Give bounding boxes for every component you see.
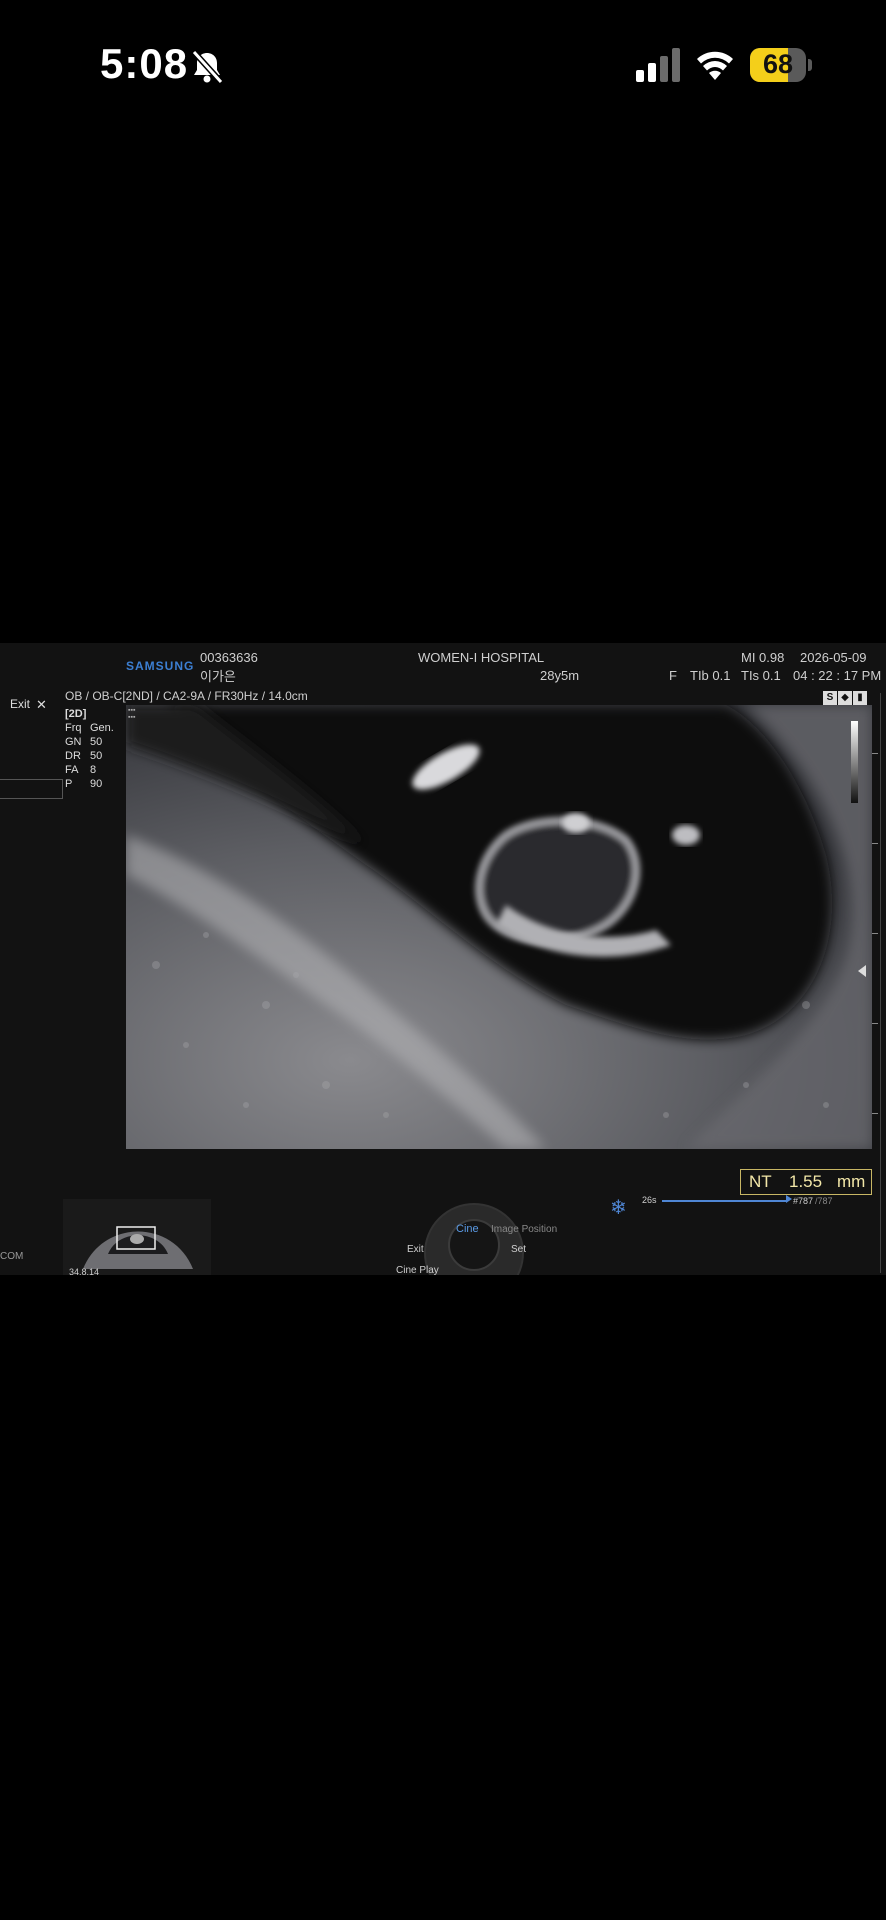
mode-icon-probe: ▮ [853,691,867,705]
wifi-icon [697,51,733,80]
param-row: Frq Gen. [65,722,114,734]
mi-value: MI 0.98 [741,650,785,665]
param-row: P 90 [65,778,103,790]
param-row: DR 50 [65,750,103,762]
ultrasound-screen: SAMSUNG 00363636 이가은 WOMEN-I HOSPITAL 28… [0,643,886,1275]
hospital-name: WOMEN-I HOSPITAL [418,650,545,665]
measurement-value: 1.55 [789,1172,823,1191]
param-row: GN 50 [65,736,103,748]
tis-value: TIs 0.1 [741,668,781,683]
bell-slash-icon [191,49,224,85]
close-icon[interactable]: ✕ [36,697,47,713]
scan-watermark-icon: ▪▪▪ ▪▪▪ [128,707,136,721]
patient-sex: F [669,668,677,683]
exit-button[interactable]: Exit [10,697,30,711]
trackball-control[interactable] [424,1203,524,1275]
cellular-signal-icon [636,48,680,82]
focus-marker-icon[interactable] [858,965,866,977]
preset-line: OB / OB-C[2ND] / CA2-9A / FR30Hz / 14.0c… [65,689,308,703]
patient-age: 28y5m [540,668,580,683]
status-time: 5:08 [100,40,189,87]
imaging-params: [2D] Frq Gen. GN 50 DR 50 FA 8 P 90 [65,707,114,791]
thumbnail-scan-graphic [83,1226,193,1269]
patient-id: 00363636 [200,650,258,665]
depth-ruler [880,693,882,1273]
cine-play-button[interactable]: Cine Play [396,1265,439,1275]
tib-value: TIb 0.1 [690,668,731,683]
thumbnail-label: 34.8.14 [69,1267,100,1275]
cine-button[interactable]: Cine [456,1223,479,1235]
exam-date: 2026-05-09 [800,650,867,665]
thumbnail-preview[interactable]: 34.8.14 [63,1199,211,1275]
mode-icon-body: ◆ [838,691,852,705]
battery-icon: 68 [750,48,812,82]
com-label: COM [0,1251,24,1262]
status-bar: 5:08 68 [0,0,886,130]
exit-control-button[interactable]: Exit [407,1244,424,1255]
set-button[interactable]: Set [511,1244,526,1255]
cine-end-marker-icon [786,1195,792,1203]
brand-logo: SAMSUNG [126,659,195,673]
left-input-box[interactable] [0,779,63,799]
cine-frame-current: #787 [793,1196,814,1206]
ultrasound-image: ▪▪▪ ▪▪▪ [126,705,872,1149]
mode-icons: S ◆ ▮ [823,687,868,705]
freeze-snowflake-icon: ❄ [610,1197,627,1219]
battery-level: 68 [762,49,794,79]
image-position-button[interactable]: Image Position [491,1224,557,1235]
nt-measurement: NT 1.55 mm [740,1169,872,1195]
mode-label: [2D] [65,708,87,720]
exam-time: 04 : 22 : 17 PM [793,668,882,683]
cine-duration: 26s [642,1195,657,1205]
mode-icon-s: S [823,691,837,705]
patient-name: 이가은 [200,669,236,684]
cine-progress-bar[interactable] [662,1200,786,1202]
fetal-scan-graphic [126,705,872,1149]
measurement-label: NT [749,1172,772,1191]
param-row: FA 8 [65,764,97,776]
grayscale-bar [851,721,858,803]
measurement-unit: mm [837,1172,866,1191]
cine-frame-total: /787 [815,1196,833,1206]
